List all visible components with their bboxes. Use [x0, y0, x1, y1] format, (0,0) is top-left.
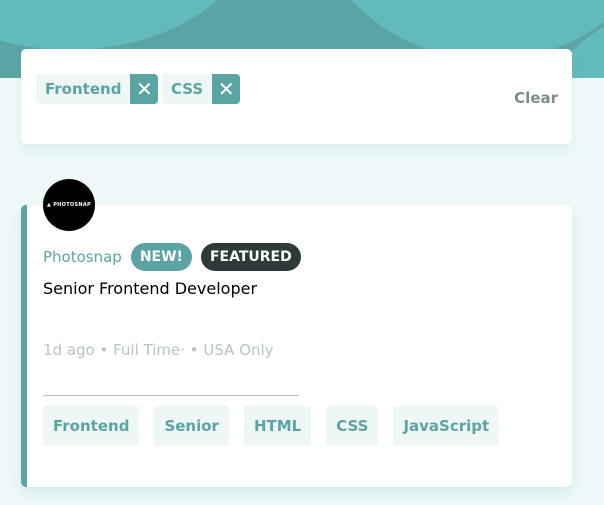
tag-css[interactable]: CSS — [326, 406, 379, 446]
tag-row: Frontend Senior HTML CSS JavaScript — [43, 406, 514, 446]
filter-chip-frontend: Frontend ✕ — [36, 74, 159, 104]
close-icon[interactable]: ✕ — [130, 74, 159, 104]
clear-filters-button[interactable]: Clear — [514, 89, 558, 107]
tag-senior[interactable]: Senior — [154, 406, 229, 446]
filter-bar: Frontend ✕ CSS ✕ Clear — [21, 49, 572, 144]
filter-chip-css: CSS ✕ — [162, 74, 241, 104]
close-icon[interactable]: ✕ — [212, 74, 241, 104]
filter-chip-label: Frontend — [45, 80, 122, 98]
job-details: 1d ago • Full Time· • USA Only — [43, 341, 274, 359]
divider — [43, 395, 299, 396]
job-card: Photosnap NEW! FEATURED Senior Frontend … — [21, 205, 572, 487]
tag-frontend[interactable]: Frontend — [43, 406, 140, 446]
banner-curve — [0, 0, 260, 50]
filter-chip-label: CSS — [171, 80, 204, 98]
new-badge: NEW! — [130, 243, 192, 271]
tag-javascript[interactable]: JavaScript — [393, 406, 500, 446]
job-meta-row: Photosnap NEW! FEATURED — [43, 243, 310, 271]
company-logo: ▲ PHOTOSNAP — [43, 179, 95, 231]
featured-badge: FEATURED — [200, 243, 301, 271]
company-name: Photosnap — [43, 248, 122, 266]
position-title[interactable]: Senior Frontend Developer — [43, 279, 257, 298]
tag-html[interactable]: HTML — [243, 406, 312, 446]
